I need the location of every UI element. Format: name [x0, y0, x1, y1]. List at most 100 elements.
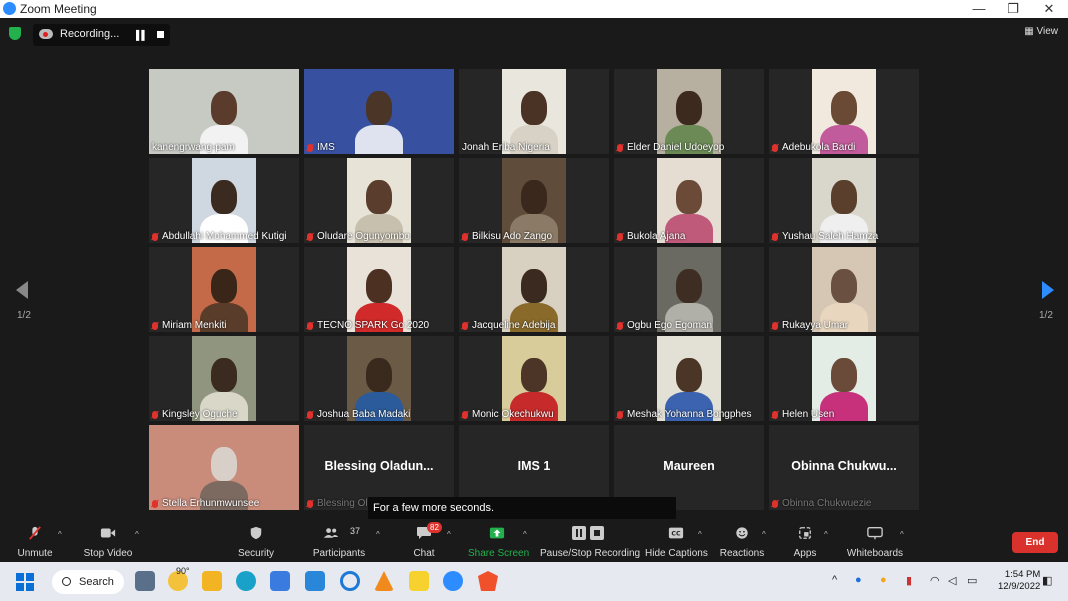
view-button[interactable]: ▦ View	[1024, 26, 1058, 37]
view-label: View	[1036, 26, 1059, 37]
participant-tile[interactable]: Joshua Baba Madaki	[304, 336, 454, 421]
wifi-icon[interactable]: ◠	[930, 574, 940, 587]
participant-name: Ogbu Ego Egoman	[627, 320, 713, 331]
participant-tile[interactable]: Stella Erhunmwunsee	[149, 425, 299, 510]
app-l-icon[interactable]	[305, 571, 325, 591]
captions-caret-icon[interactable]: ^	[698, 530, 702, 539]
participant-tile[interactable]: Elder Daniel Udoeyop	[614, 69, 764, 154]
file-explorer-icon[interactable]	[202, 571, 222, 591]
participants-button[interactable]: 37 Participants	[309, 521, 369, 562]
chat-caret-icon[interactable]: ^	[447, 530, 451, 539]
reactions-caret-icon[interactable]: ^	[762, 530, 766, 539]
restore-button[interactable]: ❐	[996, 0, 1030, 18]
onedrive-tray-icon[interactable]: ●	[880, 574, 887, 586]
apps-icon	[799, 527, 811, 539]
meeting-top-bar: Recording... ▌▌ ▦ View	[0, 18, 1068, 50]
participant-tile[interactable]: Obinna Chukwu... Obinna Chukwuezie	[769, 425, 919, 510]
muted-mic-icon	[772, 232, 778, 241]
taskbar-search[interactable]: Search	[52, 570, 124, 594]
participant-name-label: Stella Erhunmwunsee	[152, 498, 259, 509]
participant-tile[interactable]: Yushau Saleh Hamza	[769, 158, 919, 243]
muted-mic-icon	[152, 410, 158, 419]
search-icon	[62, 577, 71, 586]
store-icon[interactable]	[270, 571, 290, 591]
notifications-icon[interactable]: ◧	[1042, 574, 1052, 587]
pause-recording-icon[interactable]: ▌▌	[136, 30, 148, 40]
whiteboards-button[interactable]: Whiteboards	[845, 521, 905, 562]
pause-stop-recording-button[interactable]: Pause/Stop Recording	[540, 521, 640, 562]
participant-name: Stella Erhunmwunsee	[162, 498, 260, 509]
participant-tile[interactable]: Helen Usen	[769, 336, 919, 421]
muted-mic-icon	[462, 410, 468, 419]
chat-button[interactable]: 82 Chat	[405, 521, 443, 562]
previous-page-arrow-icon[interactable]	[16, 281, 28, 299]
video-options-caret-icon[interactable]: ^	[135, 530, 139, 539]
windows-start-icon[interactable]	[16, 573, 34, 591]
security-button[interactable]: Security	[232, 521, 280, 562]
sticky-notes-icon[interactable]	[409, 571, 429, 591]
unmute-button[interactable]: Unmute	[12, 521, 58, 562]
share-caret-icon[interactable]: ^	[523, 530, 527, 539]
end-meeting-button[interactable]: End	[1012, 532, 1058, 553]
whiteboards-caret-icon[interactable]: ^	[900, 530, 904, 539]
task-view-icon[interactable]	[135, 571, 155, 591]
share-screen-button[interactable]: Share Screen	[468, 521, 529, 562]
participant-name-label: Jacqueline Adebija	[462, 320, 555, 331]
brave-browser-icon[interactable]	[478, 571, 498, 591]
muted-mic-icon	[772, 321, 778, 330]
apps-caret-icon[interactable]: ^	[824, 530, 828, 539]
stop-video-button[interactable]: Stop Video	[80, 521, 136, 562]
participant-tile[interactable]: Adebukola Bardi	[769, 69, 919, 154]
participant-tile[interactable]: kanengrwang-pam	[149, 69, 299, 154]
participants-caret-icon[interactable]: ^	[376, 530, 380, 539]
mic-tray-icon[interactable]: ▮	[906, 574, 912, 587]
participant-tile[interactable]: Abdullahi Mohammed Kutigi	[149, 158, 299, 243]
participant-tile[interactable]: Oludare Ogunyombo	[304, 158, 454, 243]
reactions-smiley-icon	[736, 527, 748, 539]
participant-name: Bilkisu Ado Zango	[472, 231, 553, 242]
stop-recording-icon[interactable]	[157, 31, 164, 38]
cloud-record-icon	[39, 29, 53, 39]
participant-name: Jonah Eriba Nigeria	[462, 142, 550, 153]
participant-tile[interactable]: Bukola Ajana	[614, 158, 764, 243]
participant-tile[interactable]: Jonah Eriba Nigeria	[459, 69, 609, 154]
participant-name-label: Adebukola Bardi	[772, 142, 855, 153]
audio-options-caret-icon[interactable]: ^	[58, 530, 62, 539]
participant-tile[interactable]: Ogbu Ego Egoman	[614, 247, 764, 332]
close-button[interactable]: ✕	[1032, 0, 1066, 18]
participant-name-label: Bukola Ajana	[617, 231, 685, 242]
participant-tile[interactable]: Kingsley Oguche	[149, 336, 299, 421]
participant-name: Elder Daniel Udoeyop	[627, 142, 725, 153]
teams-tray-icon[interactable]: ●	[855, 574, 862, 586]
tray-overflow-icon[interactable]: ^	[832, 574, 837, 586]
minimize-button[interactable]: —	[962, 0, 996, 18]
taskbar-clock[interactable]: 1:54 PM 12/9/2022	[998, 569, 1040, 593]
participant-tile[interactable]: Miriam Menkiti	[149, 247, 299, 332]
participant-name-label: Joshua Baba Madaki	[307, 409, 410, 420]
shield-icon[interactable]	[9, 27, 21, 40]
participant-tile[interactable]: Monic Okechukwu	[459, 336, 609, 421]
participant-tile[interactable]: Jacqueline Adebija	[459, 247, 609, 332]
participant-tile[interactable]: TECNO SPARK Go 2020	[304, 247, 454, 332]
participant-name-label: Obinna Chukwuezie	[772, 498, 872, 509]
cortana-icon[interactable]	[340, 571, 360, 591]
participant-tile[interactable]: Meshak Yohanna Bongphes	[614, 336, 764, 421]
volume-icon[interactable]: ◁	[948, 574, 956, 587]
vlc-icon[interactable]	[374, 571, 394, 591]
muted-mic-icon	[307, 499, 313, 508]
participant-tile[interactable]: Bilkisu Ado Zango	[459, 158, 609, 243]
hide-captions-button[interactable]: CC Hide Captions	[645, 521, 708, 562]
muted-mic-icon	[462, 321, 468, 330]
participant-face	[521, 180, 547, 214]
participant-tile[interactable]: Rukayya Umar	[769, 247, 919, 332]
zoom-taskbar-icon[interactable]	[443, 571, 463, 591]
battery-icon[interactable]: ▭	[967, 574, 977, 587]
participant-name: Yushau Saleh Hamza	[782, 231, 879, 242]
edge-browser-icon[interactable]	[236, 571, 256, 591]
participant-tile[interactable]: IMS	[304, 69, 454, 154]
participant-name-label: Abdullahi Mohammed Kutigi	[152, 231, 287, 242]
apps-button[interactable]: Apps	[788, 521, 822, 562]
participant-face	[521, 269, 547, 303]
next-page-arrow-icon[interactable]	[1042, 281, 1054, 299]
reactions-button[interactable]: Reactions	[718, 521, 766, 562]
